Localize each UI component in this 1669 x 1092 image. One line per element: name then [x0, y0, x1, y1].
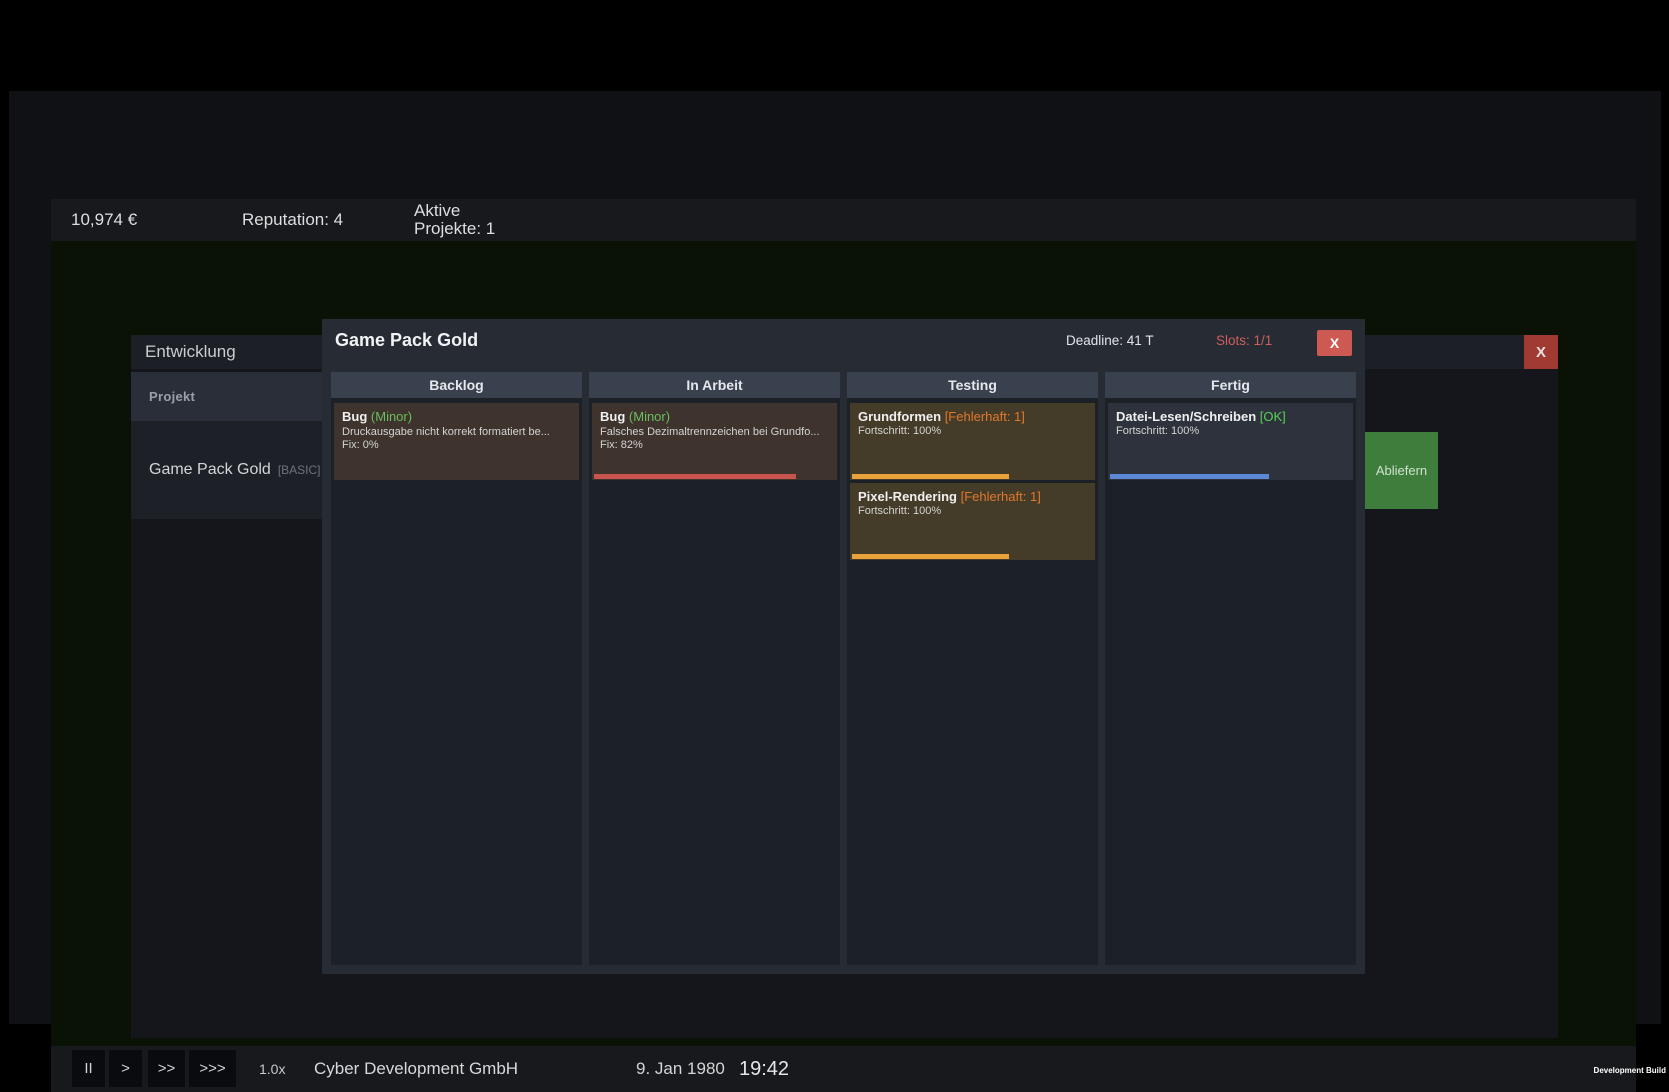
- card-progress-label: Fix: 82%: [600, 439, 829, 451]
- card-progress-label: Fortschritt: 100%: [1116, 425, 1345, 437]
- progress-bar: [594, 474, 796, 479]
- progress-bar: [852, 474, 1009, 479]
- deliver-button[interactable]: Abliefern: [1365, 432, 1438, 509]
- development-build-watermark: Development Build: [1594, 1066, 1666, 1075]
- card-description: Druckausgabe nicht korrekt formatiert be…: [342, 426, 571, 438]
- modal-title: Game Pack Gold: [335, 330, 478, 351]
- deadline-label: Deadline: 41 T: [1066, 333, 1154, 348]
- bottom-control-bar: II > >> >>> 1.0x Cyber Development GmbH …: [51, 1046, 1636, 1092]
- game-date: 9. Jan 1980: [636, 1046, 725, 1092]
- speed-2x-button[interactable]: >>: [148, 1050, 185, 1087]
- kanban-card[interactable]: Bug (Minor) Druckausgabe nicht korrekt f…: [334, 403, 579, 480]
- column-header: Fertig: [1105, 372, 1356, 398]
- company-name: Cyber Development GmbH: [314, 1046, 518, 1092]
- game-frame: 10,974 € Reputation: 4 Aktive Projekte: …: [9, 91, 1661, 1024]
- card-title: Bug (Minor): [600, 409, 829, 424]
- current-speed-label: 1.0x: [259, 1046, 285, 1092]
- kanban-column-in-arbeit: In Arbeit Bug (Minor) Falsches Dezimaltr…: [589, 372, 840, 965]
- speed-3x-button[interactable]: >>>: [189, 1050, 236, 1087]
- column-header: Testing: [847, 372, 1098, 398]
- card-status: (Minor): [629, 409, 670, 424]
- card-progress-label: Fortschritt: 100%: [858, 505, 1087, 517]
- column-body: Grundformen [Fehlerhaft: 1] Fortschritt:…: [847, 398, 1098, 565]
- column-body: Bug (Minor) Falsches Dezimaltrennzeichen…: [589, 398, 840, 485]
- card-status: (Minor): [371, 409, 412, 424]
- card-title: Grundformen [Fehlerhaft: 1]: [858, 409, 1087, 424]
- kanban-column-testing: Testing Grundformen [Fehlerhaft: 1] Fort…: [847, 372, 1098, 965]
- modal-header: Game Pack Gold Deadline: 41 T Slots: 1/1: [322, 319, 1365, 361]
- development-window-title: Entwicklung: [131, 342, 236, 362]
- card-title: Datei-Lesen/Schreiben [OK]: [1116, 409, 1345, 424]
- modal-close-button[interactable]: X: [1317, 330, 1352, 356]
- card-status: [OK]: [1260, 409, 1286, 424]
- active-projects-value: Aktive Projekte: 1: [414, 202, 506, 239]
- kanban-card[interactable]: Pixel-Rendering [Fehlerhaft: 1] Fortschr…: [850, 483, 1095, 560]
- speed-1x-button[interactable]: >: [109, 1050, 142, 1087]
- card-description: Falsches Dezimaltrennzeichen bei Grundfo…: [600, 426, 829, 438]
- slots-label: Slots: 1/1: [1216, 333, 1272, 348]
- project-name: Game Pack Gold: [131, 461, 271, 479]
- card-title: Bug (Minor): [342, 409, 571, 424]
- progress-bar: [1110, 474, 1269, 479]
- pause-button[interactable]: II: [72, 1050, 105, 1087]
- column-body: Datei-Lesen/Schreiben [OK] Fortschritt: …: [1105, 398, 1356, 485]
- game-time: 19:42: [739, 1046, 789, 1092]
- reputation-value: Reputation: 4: [242, 210, 343, 230]
- project-kanban-modal: Game Pack Gold Deadline: 41 T Slots: 1/1…: [322, 319, 1365, 974]
- top-status-bar: 10,974 € Reputation: 4 Aktive Projekte: …: [51, 199, 1636, 241]
- kanban-column-fertig: Fertig Datei-Lesen/Schreiben [OK] Fortsc…: [1105, 372, 1356, 965]
- card-status: [Fehlerhaft: 1]: [961, 489, 1041, 504]
- column-body: Bug (Minor) Druckausgabe nicht korrekt f…: [331, 398, 582, 485]
- card-title: Pixel-Rendering [Fehlerhaft: 1]: [858, 489, 1087, 504]
- development-window-close-button[interactable]: X: [1524, 335, 1558, 369]
- money-value: 10,974 €: [71, 210, 137, 230]
- card-progress-label: Fix: 0%: [342, 439, 571, 451]
- card-status: [Fehlerhaft: 1]: [945, 409, 1025, 424]
- column-header: Backlog: [331, 372, 582, 398]
- progress-bar: [852, 554, 1009, 559]
- card-progress-label: Fortschritt: 100%: [858, 425, 1087, 437]
- kanban-card[interactable]: Bug (Minor) Falsches Dezimaltrennzeichen…: [592, 403, 837, 480]
- project-tag: [BASIC]: [278, 463, 321, 477]
- kanban-card[interactable]: Datei-Lesen/Schreiben [OK] Fortschritt: …: [1108, 403, 1353, 480]
- project-column-header: Projekt: [131, 389, 195, 404]
- kanban-board: Backlog Bug (Minor) Druckausgabe nicht k…: [331, 372, 1356, 965]
- kanban-card[interactable]: Grundformen [Fehlerhaft: 1] Fortschritt:…: [850, 403, 1095, 480]
- kanban-column-backlog: Backlog Bug (Minor) Druckausgabe nicht k…: [331, 372, 582, 965]
- column-header: In Arbeit: [589, 372, 840, 398]
